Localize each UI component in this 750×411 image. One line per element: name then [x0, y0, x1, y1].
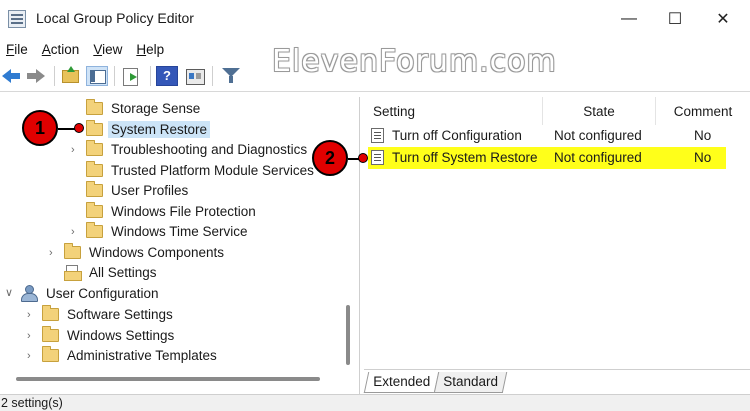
folder-icon	[42, 345, 59, 362]
forward-arrow-icon[interactable]	[26, 66, 48, 86]
folder-icon	[64, 242, 81, 259]
tree-item-windows-components[interactable]: Windows Components	[64, 242, 227, 262]
menu-help[interactable]: Help	[130, 42, 172, 57]
setting-state: Not configured	[554, 128, 642, 143]
chevron-down-icon[interactable]: ∨	[5, 288, 15, 299]
chevron-right-icon[interactable]: ›	[49, 248, 59, 259]
tree-pane[interactable]: Storage Sense System Restore › Troublesh…	[0, 97, 360, 394]
folder-icon	[42, 325, 59, 342]
folder-icon	[86, 139, 103, 156]
document-folder-icon	[64, 264, 82, 281]
setting-row-turn-off-configuration[interactable]: Turn off Configuration Not configured No	[368, 125, 726, 147]
tree-item-trusted-platform-module-services[interactable]: Trusted Platform Module Services	[86, 160, 317, 180]
column-header-setting[interactable]: Setting	[364, 97, 543, 125]
tree-item-windows-time-service[interactable]: Windows Time Service	[86, 221, 251, 241]
setting-comment: No	[694, 128, 712, 143]
chevron-right-icon[interactable]: ›	[71, 145, 81, 156]
menu-file[interactable]: File	[0, 42, 36, 57]
step-marker-2: 2	[312, 140, 348, 176]
tree-item-system-restore[interactable]: System Restore	[86, 119, 211, 139]
toolbar-separator	[212, 66, 213, 86]
settings-list-pane[interactable]: Setting State Comment Turn off Configura…	[364, 97, 750, 394]
tree-vertical-scrollbar[interactable]	[346, 305, 350, 365]
close-button[interactable]: ✕	[700, 0, 746, 38]
export-list-icon[interactable]	[120, 66, 142, 86]
toolbar-separator	[150, 66, 151, 86]
toolbar-separator	[54, 66, 55, 86]
tree-item-administrative-templates[interactable]: Administrative Templates	[42, 345, 220, 365]
menu-action[interactable]: Action	[36, 42, 88, 57]
step-marker-1: 1	[22, 110, 58, 146]
window-title: Local Group Policy Editor	[36, 10, 194, 26]
toolbar-separator	[114, 66, 115, 86]
user-configuration-icon	[20, 285, 38, 302]
folder-icon	[86, 98, 103, 115]
tree-item-windows-settings[interactable]: Windows Settings	[42, 325, 177, 345]
setting-comment: No	[694, 150, 712, 165]
setting-state: Not configured	[554, 150, 642, 165]
setting-row-turn-off-system-restore[interactable]: Turn off System Restore Not configured N…	[368, 147, 726, 169]
folder-icon	[86, 180, 103, 197]
show-hide-tree-icon[interactable]	[86, 66, 108, 86]
watermark: ElevenForum.com	[272, 44, 557, 79]
folder-icon	[42, 304, 59, 321]
setting-name: Turn off Configuration	[392, 128, 522, 143]
up-folder-icon[interactable]	[60, 66, 82, 86]
chevron-right-icon[interactable]: ›	[27, 351, 37, 362]
chevron-right-icon[interactable]: ›	[27, 310, 37, 321]
column-header-state[interactable]: State	[543, 97, 656, 125]
tree-item-user-configuration[interactable]: User Configuration	[20, 283, 162, 303]
tree-item-storage-sense[interactable]: Storage Sense	[86, 98, 203, 118]
column-header-comment[interactable]: Comment	[656, 97, 750, 125]
folder-icon	[86, 201, 103, 218]
tree-item-user-profiles[interactable]: User Profiles	[86, 180, 191, 200]
tab-standard[interactable]: Standard	[433, 372, 508, 393]
maximize-button[interactable]: ☐	[652, 0, 698, 38]
tab-extended[interactable]: Extended	[363, 372, 440, 393]
setting-name: Turn off System Restore	[392, 150, 538, 165]
menu-view[interactable]: View	[87, 42, 130, 57]
status-bar: 2 setting(s)	[0, 394, 750, 411]
title-bar: Local Group Policy Editor — ☐ ✕	[0, 0, 750, 38]
policy-setting-icon	[371, 128, 384, 143]
chevron-right-icon[interactable]: ›	[71, 227, 81, 238]
help-icon[interactable]: ?	[156, 66, 178, 86]
tree-item-windows-file-protection[interactable]: Windows File Protection	[86, 201, 259, 221]
marker-1-dot	[74, 123, 84, 133]
folder-icon	[86, 221, 103, 238]
minimize-button[interactable]: —	[606, 0, 652, 38]
tree-item-software-settings[interactable]: Software Settings	[42, 304, 176, 324]
policy-setting-icon	[371, 150, 384, 165]
marker-2-dot	[358, 153, 368, 163]
group-policy-app-icon	[8, 10, 26, 28]
view-tabs: Extended Standard	[363, 369, 750, 394]
tree-horizontal-scrollbar[interactable]	[16, 377, 320, 381]
tree-item-troubleshooting-and-diagnostics[interactable]: Troubleshooting and Diagnostics	[86, 139, 310, 159]
folder-icon	[86, 160, 103, 177]
properties-icon[interactable]	[184, 66, 206, 86]
back-arrow-icon[interactable]	[2, 66, 24, 86]
filter-icon[interactable]	[220, 66, 242, 86]
chevron-right-icon[interactable]: ›	[27, 331, 37, 342]
folder-icon	[86, 119, 103, 136]
tree-item-all-settings[interactable]: All Settings	[64, 262, 160, 282]
